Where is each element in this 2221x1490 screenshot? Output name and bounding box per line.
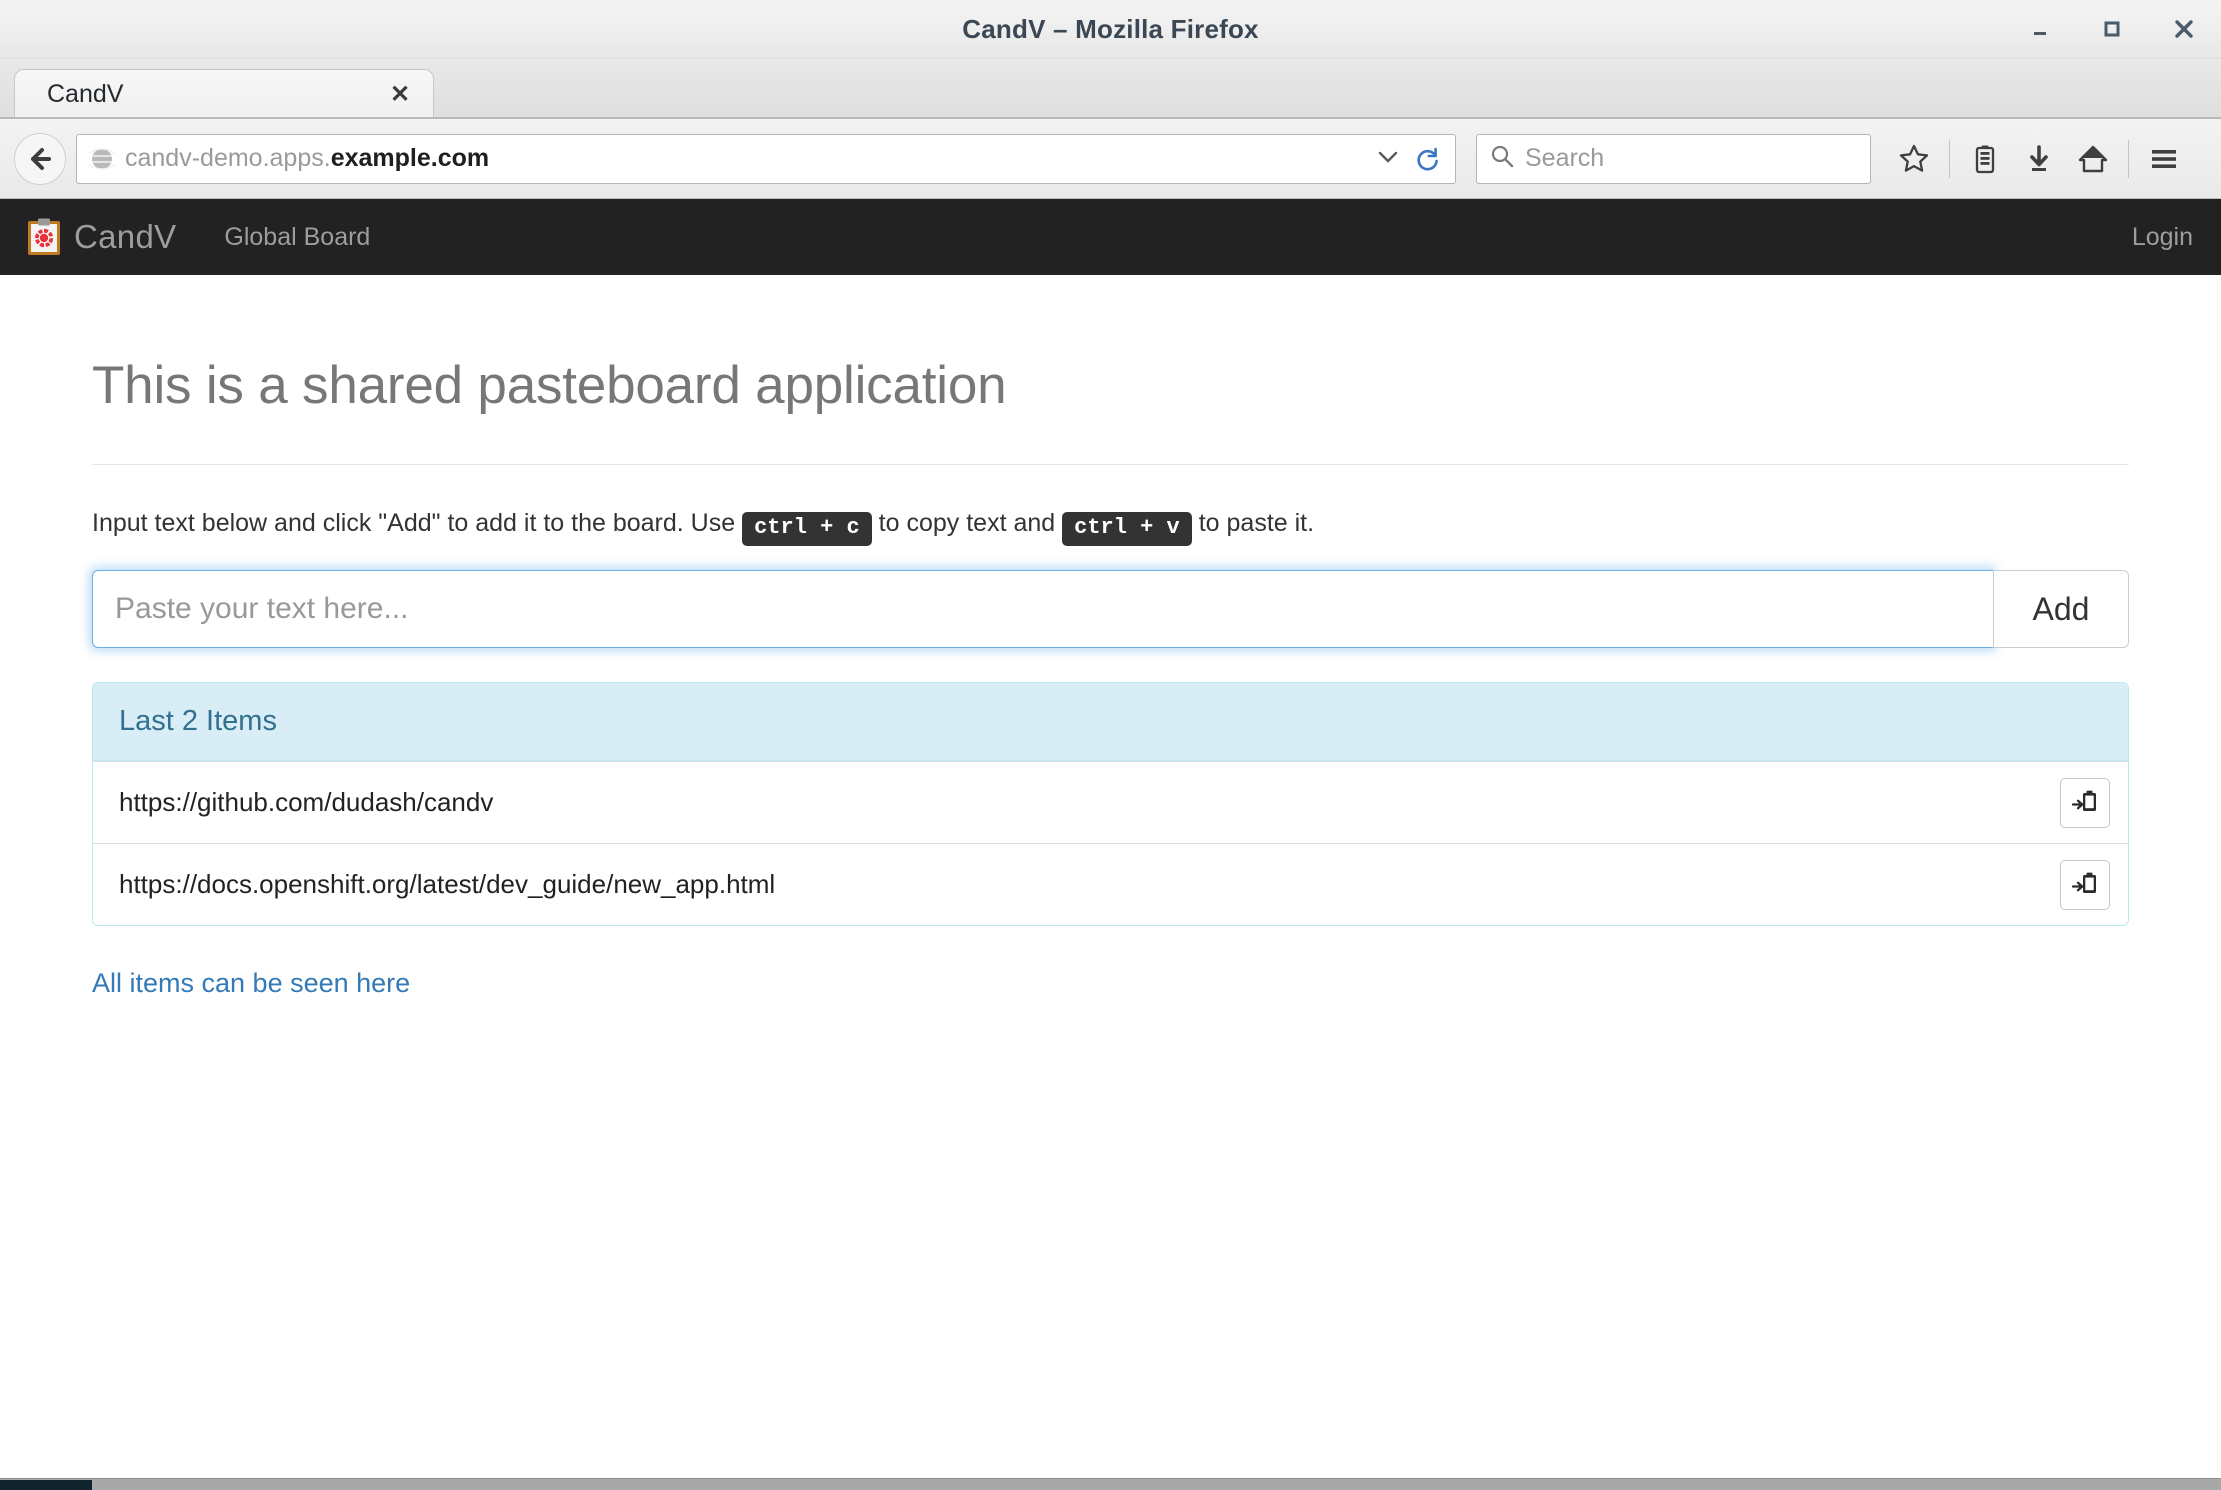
- browser-toolbar-icons: [1887, 132, 2191, 186]
- search-bar[interactable]: Search: [1476, 133, 1871, 184]
- page-viewport: CandV Global Board Login This is a share…: [0, 199, 2221, 1480]
- list-item[interactable]: https://docs.openshift.org/latest/dev_gu…: [93, 843, 2128, 925]
- list-item[interactable]: https://github.com/dudash/candv: [93, 761, 2128, 843]
- instructions-part-1: Input text below and click "Add" to add …: [92, 509, 736, 537]
- add-button[interactable]: Add: [1993, 570, 2129, 648]
- panel-header: Last 2 Items: [93, 683, 2128, 761]
- content-container: This is a shared pasteboard application …: [0, 355, 2221, 999]
- url-domain: example.com: [330, 144, 490, 172]
- nav-item-global-board[interactable]: Global Board: [224, 223, 370, 252]
- title-divider: [92, 464, 2129, 465]
- app-brand[interactable]: CandV: [26, 217, 176, 257]
- all-items-link[interactable]: All items can be seen here: [92, 968, 410, 999]
- minimize-icon[interactable]: [2025, 14, 2055, 44]
- downloads-icon[interactable]: [2012, 132, 2066, 186]
- browser-toolbar: candv-demo.apps.example.com Search: [0, 119, 2221, 199]
- page-title: This is a shared pasteboard application: [92, 356, 1007, 415]
- url-text: candv-demo.apps.example.com: [125, 144, 1371, 173]
- tab-close-icon[interactable]: ✕: [383, 78, 417, 112]
- window-titlebar: CandV – Mozilla Firefox: [0, 0, 2221, 59]
- search-icon: [1489, 143, 1515, 174]
- firefox-window: CandV – Mozilla Firefox CandV ✕ candv-de…: [0, 0, 2221, 1480]
- clipboard-paste-icon[interactable]: [2060, 859, 2110, 910]
- paste-input-group: Add: [92, 570, 2129, 648]
- list-item-text: https://docs.openshift.org/latest/dev_gu…: [119, 869, 776, 899]
- window-title: CandV – Mozilla Firefox: [962, 14, 1259, 44]
- reload-icon[interactable]: [1413, 145, 1441, 173]
- url-bar[interactable]: candv-demo.apps.example.com: [76, 133, 1456, 184]
- clipboard-paste-icon[interactable]: [2060, 777, 2110, 828]
- close-icon[interactable]: [2169, 14, 2199, 44]
- bookmark-star-icon[interactable]: [1887, 132, 1941, 186]
- browser-tab[interactable]: CandV ✕: [14, 69, 434, 119]
- list-item-text: https://github.com/dudash/candv: [119, 787, 494, 817]
- globe-icon: [89, 146, 115, 172]
- app-navbar: CandV Global Board Login: [0, 199, 2221, 275]
- paste-text-input[interactable]: [92, 570, 1993, 648]
- instructions-part-2: to copy text and: [878, 509, 1056, 537]
- clipboard-logo-icon: [26, 217, 62, 257]
- url-prefix: candv-demo.apps.: [125, 144, 331, 172]
- taskbar-active-item[interactable]: [0, 1480, 92, 1490]
- toolbar-divider-2: [2128, 139, 2129, 178]
- browser-tabstrip: CandV ✕: [0, 59, 2221, 148]
- maximize-icon[interactable]: [2097, 14, 2127, 44]
- back-button[interactable]: [14, 132, 66, 185]
- kbd-paste: ctrl + v: [1062, 512, 1192, 546]
- app-brand-label: CandV: [74, 218, 177, 255]
- tab-label: CandV: [47, 80, 124, 108]
- nav-login-link[interactable]: Login: [2132, 223, 2193, 252]
- toolbar-divider: [1949, 139, 1950, 178]
- kbd-copy: ctrl + c: [742, 512, 872, 546]
- instructions-text: Input text below and click "Add" to add …: [92, 507, 2129, 546]
- search-input-placeholder: Search: [1525, 144, 1605, 172]
- desktop-taskbar[interactable]: [0, 1478, 2221, 1490]
- home-icon[interactable]: [2066, 132, 2120, 186]
- menu-icon[interactable]: [2137, 132, 2191, 186]
- window-controls: [2025, 8, 2199, 50]
- library-icon[interactable]: [1958, 132, 2012, 186]
- instructions-part-3: to paste it.: [1198, 509, 1315, 537]
- recent-items-panel: Last 2 Items https://github.com/dudash/c…: [92, 682, 2129, 926]
- url-dropdown-icon[interactable]: [1377, 147, 1399, 170]
